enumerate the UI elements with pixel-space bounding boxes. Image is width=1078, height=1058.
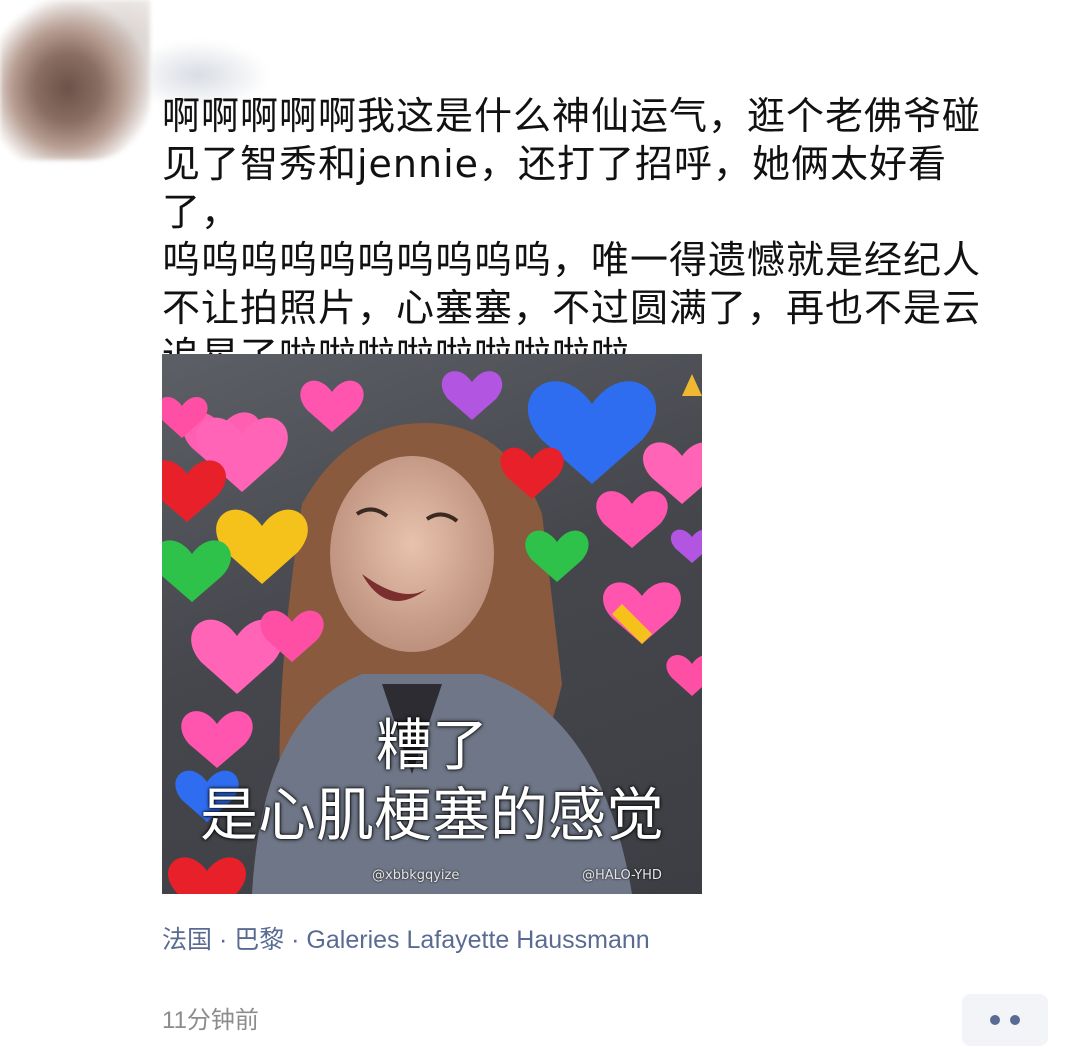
post-image[interactable]: 糟了 是心肌梗塞的感觉 @xbbkgqyize @HALO-YHD <box>162 354 702 894</box>
more-actions-button[interactable] <box>962 994 1048 1046</box>
watermark-left: @xbbkgqyize <box>372 868 460 883</box>
more-dots-icon <box>1010 1015 1020 1025</box>
more-dots-icon <box>990 1015 1000 1025</box>
image-caption-line2: 是心肌梗塞的感觉 <box>199 781 664 849</box>
watermark-right: @HALO-YHD <box>582 868 662 883</box>
avatar[interactable] <box>0 0 150 160</box>
post-text: 啊啊啊啊啊我这是什么神仙运气，逛个老佛爷碰 见了智秀和jennie，还打了招呼，… <box>162 94 982 378</box>
image-caption-line1: 糟了 <box>376 714 488 779</box>
location-link[interactable]: 法国 · 巴黎 · Galeries Lafayette Haussmann <box>162 920 650 956</box>
timestamp: 11分钟前 <box>162 1007 259 1034</box>
